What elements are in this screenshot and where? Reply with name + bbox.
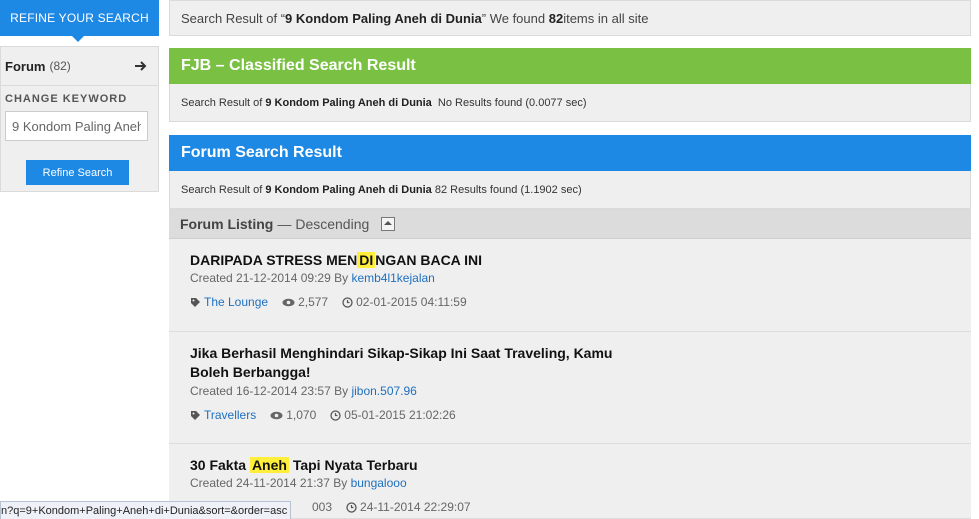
tag-icon [191,410,200,420]
clock-icon [330,409,341,421]
refine-search-button[interactable]: Refine Search [26,160,129,185]
listing-separator: — [277,215,292,232]
search-summary: Search Result of “9 Kondom Paling Aneh d… [169,0,971,36]
tag-icon [191,297,200,307]
summary-query: 9 Kondom Paling Aneh di Dunia [285,10,482,26]
thread-stats: The Lounge 2,577 02-01-2015 04:11:59 [190,295,481,309]
last-post-time: 05-01-2015 21:02:26 [344,408,456,422]
sidebar: REFINE YOUR SEARCH Forum (82) CHANGE KEY… [0,0,160,519]
last-post-stat: 05-01-2015 21:02:26 [330,408,456,422]
created-text: Created 16-12-2014 23:57 By [190,384,352,398]
forum-prefix: Search Result of [181,183,266,196]
listing-order: Descending [295,215,370,232]
clock-icon [346,501,357,513]
forum-query: 9 Kondom Paling Aneh di Dunia [265,183,432,196]
category-link[interactable]: The Lounge [204,295,268,309]
category-stat: The Lounge [190,295,268,309]
listing-title: Forum Listing [180,215,274,232]
search-highlight: Aneh [249,457,289,473]
thread-created: Created 21-12-2014 09:29 By kemb4l1kejal… [190,271,435,285]
thread-title-part: Tapi Nyata Terbaru [288,457,418,473]
thread-title[interactable]: 30 Fakta Aneh Tapi Nyata Terbaru [190,456,630,475]
thread-title-part: NGAN BACA INI [375,252,483,268]
thread-author-link[interactable]: jibon.507.96 [351,384,416,398]
views-stat: 1,070 [270,408,316,422]
eye-icon [270,411,283,419]
keyword-input[interactable] [5,111,148,141]
forum-result-heading: Forum Search Result [169,135,971,171]
views-stat: 003 [312,500,332,514]
refine-search-heading: REFINE YOUR SEARCH [0,0,159,42]
summary-prefix: Search Result of “ [181,10,286,26]
last-post-time: 02-01-2015 04:11:59 [356,295,467,309]
fjb-result-count: No Results found (0.0077 sec) [431,96,587,109]
views-stat: 2,577 [282,295,328,309]
category-stat: Travellers [190,408,256,422]
created-text: Created 21-12-2014 09:29 By [190,271,352,285]
summary-middle: ” We found [481,10,546,26]
thread-stats: Travellers 1,070 05-01-2015 21:02:26 [190,408,470,422]
thread-item: DARIPADA STRESS MEN DI NGAN BACA INI Creat… [169,239,971,332]
category-link[interactable]: Travellers [204,408,256,422]
thread-created: Created 24-11-2014 21:37 By bungalooo [190,476,407,490]
forum-filter-count: (82) [49,59,71,73]
fjb-query: 9 Kondom Paling Aneh di Dunia [265,96,432,109]
arrow-right-icon[interactable] [134,59,148,73]
fjb-result-summary: Search Result of 9 Kondom Paling Aneh di… [169,84,971,122]
sort-toggle-icon[interactable] [381,216,396,231]
forum-filter-label: Forum [5,58,46,74]
summary-suffix: items in all site [563,10,649,26]
forum-result-count: 82 Results found (1.1902 sec) [431,183,582,196]
fjb-prefix: Search Result of [181,96,266,109]
thread-item: Jika Berhasil Menghindari Sikap-Sikap In… [169,332,971,444]
thread-stats: 003 24-11-2014 22:29:07 [312,500,485,514]
thread-title[interactable]: DARIPADA STRESS MEN DI NGAN BACA INI [190,251,630,270]
thread-title-part: 30 Fakta [190,457,250,473]
fjb-result-heading: FJB – Classified Search Result [169,48,971,84]
views-count: 1,070 [286,408,317,422]
refine-panel: Forum (82) CHANGE KEYWORD Refine Search [0,46,159,192]
thread-author-link[interactable]: bungalooo [351,476,407,490]
thread-author-link[interactable]: kemb4l1kejalan [351,271,434,285]
clock-icon [342,296,353,308]
search-highlight: DI [357,252,376,268]
views-count: 2,577 [298,295,329,309]
change-keyword-label: CHANGE KEYWORD [5,93,128,105]
last-post-stat: 24-11-2014 22:29:07 [346,500,471,514]
last-post-time: 24-11-2014 22:29:07 [360,500,471,514]
last-post-stat: 02-01-2015 04:11:59 [342,295,467,309]
thread-title[interactable]: Jika Berhasil Menghindari Sikap-Sikap In… [190,344,630,382]
created-text: Created 24-11-2014 21:37 By [190,476,351,490]
forum-listing-bar: Forum Listing — Descending [169,209,971,239]
forum-result-summary: Search Result of 9 Kondom Paling Aneh di… [169,171,971,209]
forum-filter[interactable]: Forum (82) [1,47,158,86]
views-count: 003 [312,500,333,514]
summary-count: 82 [548,10,564,26]
thread-title-part: DARIPADA STRESS MEN [190,252,358,268]
thread-created: Created 16-12-2014 23:57 By jibon.507.96 [190,384,417,398]
status-bar-url: n?q=9+Kondom+Paling+Aneh+di+Dunia&sort=&… [0,501,292,519]
eye-icon [282,298,295,306]
